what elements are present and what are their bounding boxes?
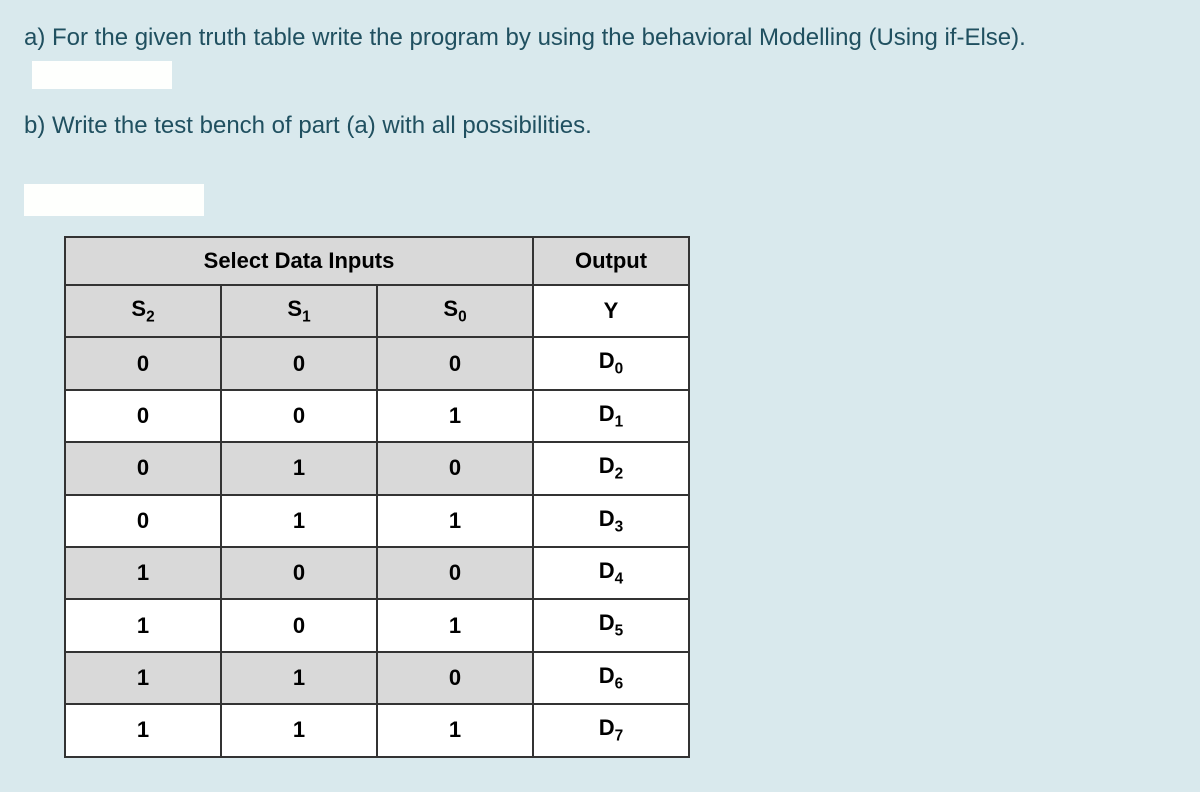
cell-s1: 0: [221, 390, 377, 442]
redaction-patch: [32, 61, 172, 89]
cell-y: D4: [533, 547, 689, 599]
y-base: D: [599, 558, 615, 583]
cell-s1: 0: [221, 599, 377, 651]
y-sub: 5: [615, 623, 624, 640]
cell-s0: 0: [377, 442, 533, 494]
cell-y: D5: [533, 599, 689, 651]
table-header-row-1: Select Data Inputs Output: [65, 237, 689, 285]
cell-s0: 1: [377, 390, 533, 442]
cell-y: D0: [533, 337, 689, 389]
y-base: D: [599, 715, 615, 740]
y-base: D: [599, 348, 615, 373]
y-base: D: [599, 610, 615, 635]
y-sub: 7: [615, 728, 624, 745]
y-sub: 4: [615, 570, 624, 587]
cell-y: D2: [533, 442, 689, 494]
y-sub: 6: [615, 675, 624, 692]
header-s0-label: S: [443, 296, 458, 321]
y-sub: 3: [615, 518, 624, 535]
table-header-row-2: S2 S1 S0 Y: [65, 285, 689, 337]
question-b-text: b) Write the test bench of part (a) with…: [24, 112, 592, 139]
cell-y: D6: [533, 652, 689, 704]
cell-y: D1: [533, 390, 689, 442]
cell-s0: 1: [377, 704, 533, 756]
question-a-text: a) For the given truth table write the p…: [24, 24, 1026, 51]
cell-s2: 1: [65, 599, 221, 651]
table-row: 110D6: [65, 652, 689, 704]
cell-s1: 1: [221, 704, 377, 756]
header-s0: S0: [377, 285, 533, 337]
header-s1: S1: [221, 285, 377, 337]
cell-s1: 1: [221, 652, 377, 704]
y-base: D: [599, 401, 615, 426]
cell-s1: 1: [221, 442, 377, 494]
y-sub: 0: [615, 361, 624, 378]
table-row: 100D4: [65, 547, 689, 599]
cell-s2: 1: [65, 704, 221, 756]
truth-table: Select Data Inputs Output S2 S1 S0 Y 000…: [64, 236, 690, 758]
header-y: Y: [533, 285, 689, 337]
header-s0-sub: 0: [458, 308, 467, 325]
cell-s0: 1: [377, 495, 533, 547]
header-s2-sub: 2: [146, 308, 155, 325]
cell-y: D3: [533, 495, 689, 547]
question-b: b) Write the test bench of part (a) with…: [24, 108, 1176, 144]
cell-s0: 0: [377, 547, 533, 599]
cell-y: D7: [533, 704, 689, 756]
y-base: D: [599, 506, 615, 531]
y-base: D: [599, 453, 615, 478]
table-row: 111D7: [65, 704, 689, 756]
table-row: 001D1: [65, 390, 689, 442]
cell-s0: 1: [377, 599, 533, 651]
table-row: 010D2: [65, 442, 689, 494]
table-row: 000D0: [65, 337, 689, 389]
header-s2: S2: [65, 285, 221, 337]
y-sub: 2: [615, 466, 624, 483]
table-body: 000D0001D1010D2011D3100D4101D5110D6111D7: [65, 337, 689, 756]
header-select: Select Data Inputs: [65, 237, 533, 285]
redaction-patch-2: [24, 184, 204, 216]
header-s1-label: S: [287, 296, 302, 321]
y-base: D: [599, 663, 615, 688]
cell-s2: 0: [65, 390, 221, 442]
cell-s2: 1: [65, 652, 221, 704]
cell-s2: 1: [65, 547, 221, 599]
y-sub: 1: [615, 413, 624, 430]
question-a: a) For the given truth table write the p…: [24, 20, 1176, 92]
table-row: 101D5: [65, 599, 689, 651]
header-s2-label: S: [131, 296, 146, 321]
cell-s2: 0: [65, 337, 221, 389]
cell-s2: 0: [65, 495, 221, 547]
table-row: 011D3: [65, 495, 689, 547]
cell-s0: 0: [377, 652, 533, 704]
cell-s1: 0: [221, 337, 377, 389]
header-output: Output: [533, 237, 689, 285]
truth-table-container: Select Data Inputs Output S2 S1 S0 Y 000…: [64, 236, 1176, 758]
header-s1-sub: 1: [302, 308, 311, 325]
cell-s2: 0: [65, 442, 221, 494]
cell-s1: 0: [221, 547, 377, 599]
cell-s1: 1: [221, 495, 377, 547]
cell-s0: 0: [377, 337, 533, 389]
